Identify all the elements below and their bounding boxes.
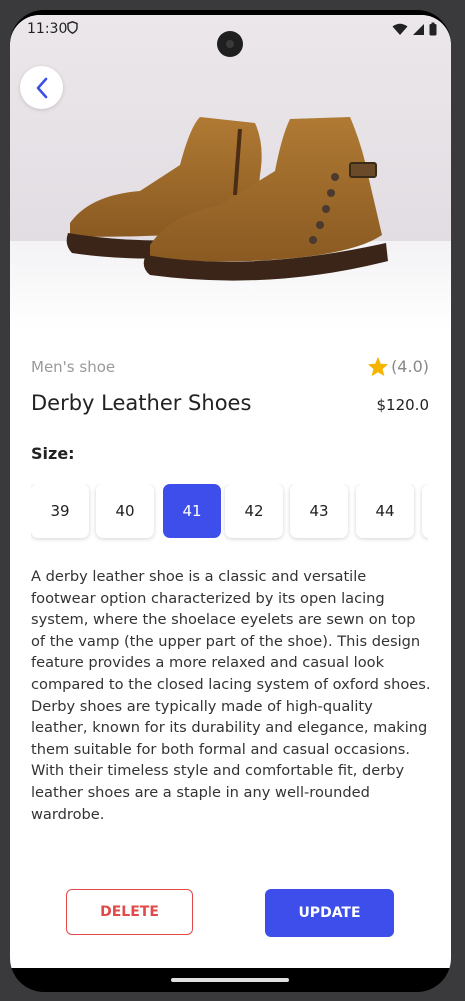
product-image [10, 15, 451, 329]
size-selector: 39 40 41 42 43 44 [31, 484, 428, 544]
home-indicator[interactable] [171, 978, 289, 982]
product-price: $120.0 [376, 396, 430, 414]
product-rating: (4.0) [367, 356, 429, 377]
size-option-more[interactable] [422, 484, 428, 538]
size-option-label: 40 [115, 502, 135, 520]
size-option-label: 39 [50, 502, 70, 520]
rating-value: (4.0) [391, 357, 429, 376]
size-option-39[interactable]: 39 [31, 484, 89, 538]
product-category: Men's shoe [31, 358, 116, 376]
size-option-44[interactable]: 44 [356, 484, 414, 538]
delete-button[interactable]: DELETE [66, 889, 193, 935]
size-option-label: 42 [244, 502, 264, 520]
device-frame: 11:30 Men's shoe (4.0) Derby Leather Sho… [10, 10, 451, 992]
product-description: A derby leather shoe is a classic and ve… [31, 568, 431, 823]
size-option-label: 44 [375, 502, 395, 520]
signal-icon [413, 23, 424, 35]
battery-icon [429, 22, 437, 36]
size-option-label: 41 [182, 502, 202, 520]
size-option-40[interactable]: 40 [96, 484, 154, 538]
size-label: Size: [31, 444, 75, 463]
boot-image [66, 117, 388, 281]
size-option-label: 43 [309, 502, 329, 520]
size-option-43[interactable]: 43 [290, 484, 348, 538]
star-icon [368, 356, 389, 377]
status-icons [392, 22, 437, 36]
size-option-41[interactable]: 41 [163, 484, 221, 538]
app-screen: 11:30 Men's shoe (4.0) Derby Leather Sho… [10, 15, 451, 968]
front-camera [217, 31, 243, 57]
size-option-42[interactable]: 42 [225, 484, 283, 538]
arrow-left-icon [36, 77, 47, 98]
shield-icon [67, 21, 78, 38]
wifi-icon [392, 23, 408, 35]
product-title: Derby Leather Shoes [31, 391, 252, 415]
update-button[interactable]: UPDATE [265, 889, 394, 937]
status-time: 11:30 [27, 21, 68, 37]
back-button[interactable] [20, 66, 63, 109]
